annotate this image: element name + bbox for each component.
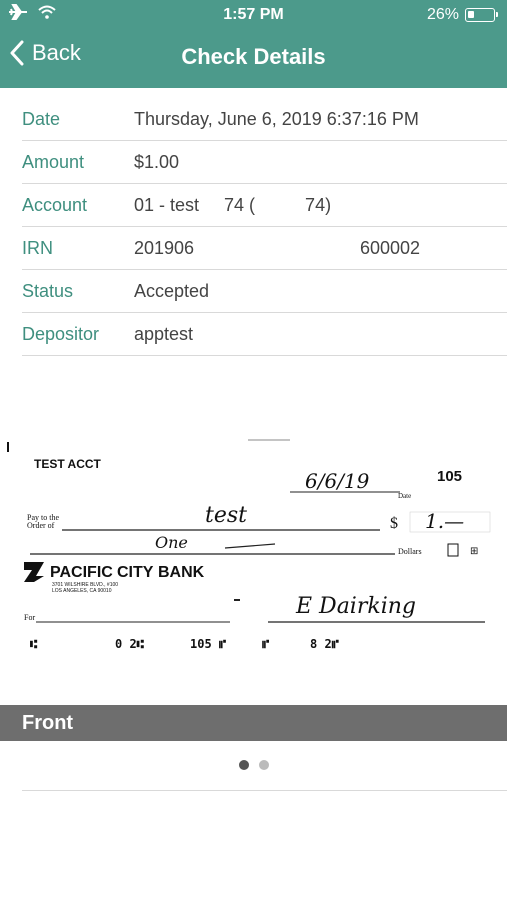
check-date-label: Date — [398, 492, 411, 500]
image-side-label: Front — [0, 705, 507, 741]
check-payee: test — [205, 503, 247, 528]
page-dot[interactable] — [238, 760, 249, 770]
bank-name-city: CITY — [117, 564, 154, 581]
detail-value-secondary: 600002 — [360, 237, 421, 258]
check-for-label: For — [24, 613, 35, 622]
check-image[interactable]: TEST ACCT 6/6/19 Date 105 Pay to the Ord… — [0, 430, 507, 670]
page-indicator[interactable] — [0, 760, 507, 770]
detail-row-account: Account 01 - test 74 ( 74) — [22, 184, 507, 227]
micr-line-3: 105 ⑈ — [190, 637, 227, 651]
svg-text:⊞: ⊞ — [470, 546, 478, 557]
bank-logo-icon — [24, 562, 44, 582]
micr-line-1: ⑆ — [30, 637, 38, 651]
check-dollar-sign: $ — [390, 515, 398, 532]
page-title: Check Details — [181, 44, 326, 69]
micr-line-5: 8 2⑈ — [310, 637, 340, 651]
bank-name-pacific: PACIFIC — [50, 564, 113, 581]
status-bar: 1:57 PM 26% — [0, 0, 507, 30]
micr-line-2: 0 2⑆ — [115, 637, 145, 651]
page-dot[interactable] — [258, 760, 269, 770]
battery-percent: 26% — [426, 6, 459, 23]
detail-value: 201906 — [134, 237, 195, 258]
header: 1:57 PM 26% Back Check Details — [0, 0, 507, 88]
bank-name-bank: BANK — [158, 564, 205, 581]
detail-value: Accepted — [134, 280, 210, 301]
check-amount: 1.— — [425, 509, 464, 533]
detail-value: apptest — [134, 323, 194, 344]
detail-row-date: Date Thursday, June 6, 2019 6:37:16 PM — [22, 98, 507, 141]
detail-label: Date — [22, 108, 61, 129]
check-account-name: TEST ACCT — [34, 457, 102, 471]
detail-value: 01 - test 74 ( 74) — [134, 194, 332, 215]
check-dollars-label: Dollars — [398, 547, 422, 556]
divider — [22, 790, 507, 791]
nav-bar: Back Check Details — [0, 30, 507, 88]
check-signature: E Dairking — [295, 594, 416, 619]
battery-icon — [465, 8, 498, 22]
detail-row-amount: Amount $1.00 — [22, 141, 507, 184]
bank-address-line2: LOS ANGELES, CA 90010 — [52, 588, 112, 594]
detail-label: Depositor — [22, 323, 100, 344]
detail-value: $1.00 — [134, 151, 180, 172]
check-date: 6/6/19 — [305, 469, 370, 493]
detail-row-status: Status Accepted — [22, 270, 507, 313]
check-details-list: Date Thursday, June 6, 2019 6:37:16 PM A… — [22, 98, 507, 356]
detail-row-depositor: Depositor apptest — [22, 313, 507, 356]
detail-value: Thursday, June 6, 2019 6:37:16 PM — [134, 108, 419, 129]
detail-row-irn: IRN 201906 600002 — [22, 227, 507, 270]
detail-label: IRN — [22, 237, 53, 258]
detail-label: Status — [22, 280, 74, 301]
detail-label: Amount — [22, 151, 85, 172]
order-of-label: Order of — [27, 521, 55, 530]
check-amount-words: One — [155, 533, 188, 552]
micr-line-4: ⑈ — [262, 637, 270, 651]
detail-label: Account — [22, 194, 88, 215]
check-number: 105 — [437, 468, 462, 485]
